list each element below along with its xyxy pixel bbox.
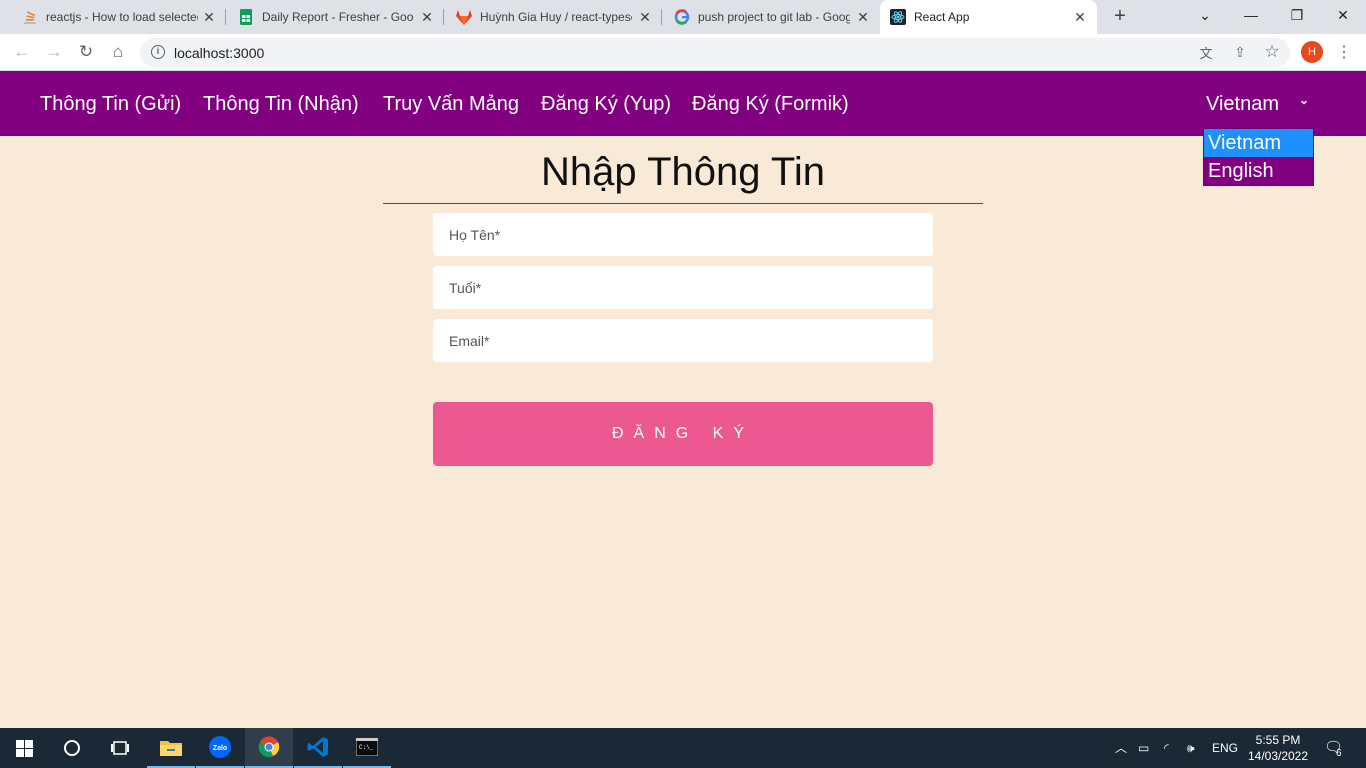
- email-field[interactable]: [433, 319, 933, 362]
- page-title: Nhập Thông Tin: [383, 146, 983, 204]
- google-icon: [674, 9, 690, 25]
- bookmark-star-icon[interactable]: ☆: [1260, 40, 1284, 64]
- file-explorer-icon[interactable]: [147, 728, 195, 768]
- close-tab-icon[interactable]: ✕: [856, 10, 870, 24]
- name-field[interactable]: [433, 213, 933, 256]
- vscode-icon[interactable]: [294, 728, 342, 768]
- wifi-icon[interactable]: ◜: [1164, 728, 1169, 768]
- nav-link-register-yup[interactable]: Đăng Ký (Yup): [541, 93, 671, 116]
- nav-link-register-formik[interactable]: Đăng Ký (Formik): [692, 93, 849, 116]
- language-option-vietnam[interactable]: Vietnam: [1204, 129, 1313, 157]
- notification-count: 6: [1336, 748, 1342, 759]
- language-option-english[interactable]: English: [1204, 157, 1313, 185]
- windows-start-icon[interactable]: [0, 728, 48, 768]
- tab-search-icon[interactable]: ⌄: [1182, 0, 1228, 30]
- browser-toolbar: ← → ↻ ⌂ i localhost:3000 文 ⇪ ☆ H ⋮: [0, 34, 1366, 71]
- restore-icon[interactable]: ❐: [1274, 0, 1320, 30]
- nav-link-array-query[interactable]: Truy Vấn Mảng: [383, 93, 519, 116]
- register-button[interactable]: ĐĂNG KÝ: [433, 402, 933, 466]
- profile-avatar[interactable]: H: [1301, 41, 1323, 63]
- close-tab-icon[interactable]: ✕: [1073, 10, 1087, 24]
- home-icon[interactable]: ⌂: [106, 40, 130, 64]
- forward-icon[interactable]: →: [42, 40, 66, 64]
- close-tab-icon[interactable]: ✕: [420, 10, 434, 24]
- svg-text:Zalo: Zalo: [213, 745, 227, 752]
- gitlab-icon: [456, 9, 472, 25]
- clock-date: 14/03/2022: [1247, 749, 1309, 763]
- new-tab-icon[interactable]: +: [1108, 4, 1132, 28]
- tab-title: reactjs - How to load selected: [46, 10, 198, 24]
- tab-google-search[interactable]: push project to git lab - Google ✕: [662, 0, 880, 34]
- zalo-icon[interactable]: Zalo: [196, 728, 244, 768]
- close-tab-icon[interactable]: ✕: [202, 10, 216, 24]
- tab-title: React App: [914, 10, 970, 24]
- menu-kebab-icon[interactable]: ⋮: [1332, 40, 1356, 64]
- input-language[interactable]: ENG: [1212, 728, 1238, 768]
- share-icon[interactable]: ⇪: [1228, 40, 1252, 64]
- reload-icon[interactable]: ↻: [74, 40, 98, 64]
- svg-text:C:\_: C:\_: [359, 744, 374, 751]
- windows-taskbar: Zalo C:\_ ︿ ▭ ◜ 🕪 ENG 5:55 PM 14/03/2022…: [0, 728, 1366, 768]
- browser-tab-strip: reactjs - How to load selected ✕ Daily R…: [0, 0, 1366, 34]
- react-icon: [890, 9, 906, 25]
- app-navbar: Thông Tin (Gửi) Thông Tin (Nhận) Truy Vấ…: [0, 71, 1366, 136]
- nav-link-info-receive[interactable]: Thông Tin (Nhận): [203, 93, 359, 116]
- clock[interactable]: 5:55 PM 14/03/2022: [1244, 732, 1312, 764]
- stackoverflow-icon: [22, 9, 38, 25]
- tab-stackoverflow[interactable]: reactjs - How to load selected ✕: [0, 0, 226, 34]
- tab-react-app[interactable]: React App ✕: [880, 0, 1097, 34]
- close-tab-icon[interactable]: ✕: [638, 10, 652, 24]
- terminal-icon[interactable]: C:\_: [343, 728, 391, 768]
- tab-sheets[interactable]: Daily Report - Fresher - Google ✕: [226, 0, 444, 34]
- minimize-icon[interactable]: —: [1228, 0, 1274, 30]
- language-dropdown: Vietnam English: [1203, 128, 1314, 186]
- nav-link-info-send[interactable]: Thông Tin (Gửi): [40, 93, 181, 116]
- address-bar[interactable]: i localhost:3000 文 ⇪ ☆: [140, 38, 1290, 67]
- age-field[interactable]: [433, 266, 933, 309]
- translate-icon[interactable]: 文: [1194, 40, 1218, 64]
- task-view-icon[interactable]: [96, 728, 144, 768]
- volume-icon[interactable]: 🕪: [1187, 728, 1195, 768]
- battery-icon[interactable]: ▭: [1138, 728, 1149, 768]
- tab-title: Daily Report - Fresher - Google: [262, 10, 414, 24]
- show-hidden-icons-icon[interactable]: ︿: [1115, 728, 1127, 768]
- url-text: localhost:3000: [174, 45, 265, 61]
- close-window-icon[interactable]: ✕: [1320, 0, 1366, 30]
- tab-title: push project to git lab - Google: [698, 10, 850, 24]
- language-select[interactable]: Vietnam: [1206, 93, 1279, 116]
- back-icon[interactable]: ←: [10, 40, 34, 64]
- search-icon[interactable]: [48, 728, 96, 768]
- chrome-icon[interactable]: [245, 728, 293, 768]
- site-info-icon[interactable]: i: [151, 45, 165, 59]
- clock-time: 5:55 PM: [1255, 733, 1301, 747]
- tab-title: Huỳnh Gia Huy / react-typescript: [480, 10, 632, 24]
- google-sheets-icon: [238, 9, 254, 25]
- tab-gitlab[interactable]: Huỳnh Gia Huy / react-typescript ✕: [444, 0, 662, 34]
- chevron-down-icon[interactable]: ⌄: [1299, 93, 1309, 107]
